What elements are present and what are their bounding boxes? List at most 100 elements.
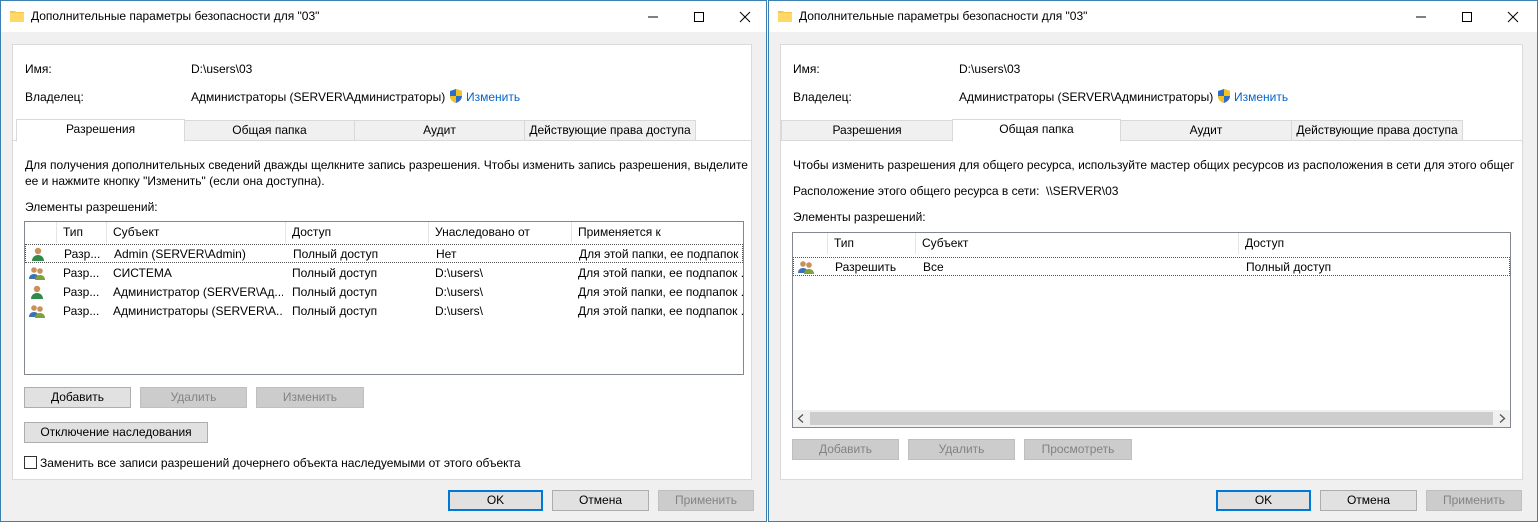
tab-shared-folder[interactable]: Общая папка [184,120,355,141]
owner-value: Администраторы (SERVER\Администраторы) [191,90,446,104]
cell-access: Полный доступ [292,266,378,280]
cell-type: Разр... [63,266,100,280]
remove-button[interactable]: Удалить [140,387,247,408]
tab-shared-folder[interactable]: Общая папка [952,119,1121,142]
table-row[interactable]: Разр... Администратор (SERVER\Ад... Полн… [25,283,743,302]
owner-label: Владелец: [25,90,84,104]
cell-applies: Для этой папки, ее подпапок ... [579,247,744,261]
share-permission-entries-list[interactable]: Тип Субъект Доступ Разрешить Все Полный … [792,232,1511,428]
cell-access: Полный доступ [293,247,379,261]
right-title-bar[interactable]: Дополнительные параметры безопасности дл… [769,1,1537,32]
change-owner-link[interactable]: Изменить [466,90,520,104]
cell-inherited: D:\users\ [435,285,484,299]
cell-access: Полный доступ [1246,260,1332,274]
permission-entries-label: Элементы разрешений: [793,210,926,224]
tab-audit[interactable]: Аудит [354,120,525,141]
cell-subject: СИСТЕМА [113,266,172,280]
scroll-right-icon[interactable] [1498,414,1506,423]
minimize-icon [648,16,658,18]
table-row[interactable]: Разр... СИСТЕМА Полный доступ D:\users\ … [25,264,743,283]
horizontal-scrollbar[interactable] [793,410,1510,427]
replace-permissions-checkbox[interactable] [24,456,37,469]
name-label: Имя: [25,62,52,76]
share-location-label: Расположение этого общего ресурса в сети… [793,184,1040,198]
table-row[interactable]: Разр... Admin (SERVER\Admin) Полный дост… [25,244,743,263]
cell-inherited: D:\users\ [435,304,484,318]
close-icon [1507,11,1519,23]
add-button[interactable]: Добавить [24,387,131,408]
column-header-type[interactable]: Тип [57,222,107,243]
column-header-applies[interactable]: Применяется к [572,222,743,243]
close-icon [739,11,751,23]
table-row[interactable]: Разрешить Все Полный доступ [793,257,1510,276]
apply-button[interactable]: Применить [1426,490,1522,511]
column-header-type[interactable]: Тип [828,233,916,254]
right-dialog-window: Дополнительные параметры безопасности дл… [768,0,1538,522]
folder-icon [778,11,792,22]
group-icon [29,267,45,280]
tab-permissions[interactable]: Разрешения [16,119,185,142]
ok-button[interactable]: OK [1216,490,1311,511]
column-header-access[interactable]: Доступ [286,222,429,243]
column-header-access[interactable]: Доступ [1239,233,1510,254]
cell-applies: Для этой папки, ее подпапок ... [578,266,743,280]
scrollbar-thumb[interactable] [810,412,1493,425]
tab-effective-access[interactable]: Действующие права доступа [1291,120,1463,141]
add-button[interactable]: Добавить [792,439,899,460]
cell-type: Разр... [64,247,101,261]
table-row[interactable]: Разр... Администраторы (SERVER\А... Полн… [25,302,743,321]
apply-button[interactable]: Применить [658,490,754,511]
column-header-icon[interactable] [25,222,57,243]
left-title-bar[interactable]: Дополнительные параметры безопасности дл… [1,1,766,32]
tab-permissions[interactable]: Разрешения [781,120,953,141]
cell-access: Полный доступ [292,304,378,318]
maximize-button[interactable] [676,1,722,32]
close-button[interactable] [722,1,766,32]
shield-icon [450,89,462,103]
scroll-left-icon[interactable] [797,414,805,423]
window-title: Дополнительные параметры безопасности дл… [31,9,320,23]
cell-subject: Все [923,260,944,274]
maximize-icon [694,12,704,22]
maximize-button[interactable] [1444,1,1490,32]
main-panel: Имя: D:\users\03 Владелец: Администратор… [12,44,752,480]
edit-button[interactable]: Изменить [256,387,364,408]
cell-subject: Администраторы (SERVER\А... [113,304,283,318]
name-label: Имя: [793,62,820,76]
cell-type: Разр... [63,304,100,318]
disable-inheritance-button[interactable]: Отключение наследования [24,422,208,443]
replace-permissions-label[interactable]: Заменить все записи разрешений дочернего… [40,456,521,470]
minimize-button[interactable] [630,1,676,32]
info-text-line1: Чтобы изменить разрешения для общего рес… [793,158,1515,172]
column-header-subject[interactable]: Субъект [916,233,1239,254]
cancel-button[interactable]: Отмена [1320,490,1417,511]
info-text-line2: ее и нажмите кнопку "Изменить" (если она… [25,174,325,188]
view-button[interactable]: Просмотреть [1024,439,1132,460]
cell-applies: Для этой папки, ее подпапок ... [578,285,743,299]
permission-entries-list[interactable]: Тип Субъект Доступ Унаследовано от Приме… [24,221,744,375]
main-panel: Имя: D:\users\03 Владелец: Администратор… [780,44,1523,480]
column-header-subject[interactable]: Субъект [107,222,286,243]
group-icon [798,261,814,274]
column-header-icon[interactable] [793,233,828,254]
user-icon [32,247,44,261]
name-value: D:\users\03 [191,62,253,76]
owner-label: Владелец: [793,90,852,104]
cell-inherited: Нет [436,247,457,261]
tab-effective-access[interactable]: Действующие права доступа [524,120,696,141]
folder-icon [10,11,24,22]
close-button[interactable] [1490,1,1536,32]
cell-applies: Для этой папки, ее подпапок ... [578,304,743,318]
change-owner-link[interactable]: Изменить [1234,90,1288,104]
minimize-button[interactable] [1398,1,1444,32]
column-header-inherited[interactable]: Унаследовано от [429,222,572,243]
ok-button[interactable]: OK [448,490,543,511]
minimize-icon [1416,16,1426,18]
group-icon [29,305,45,318]
cancel-button[interactable]: Отмена [552,490,649,511]
remove-button[interactable]: Удалить [908,439,1015,460]
tab-audit[interactable]: Аудит [1120,120,1292,141]
left-dialog-window: Дополнительные параметры безопасности дл… [0,0,767,522]
name-value: D:\users\03 [959,62,1021,76]
user-icon [31,285,43,299]
